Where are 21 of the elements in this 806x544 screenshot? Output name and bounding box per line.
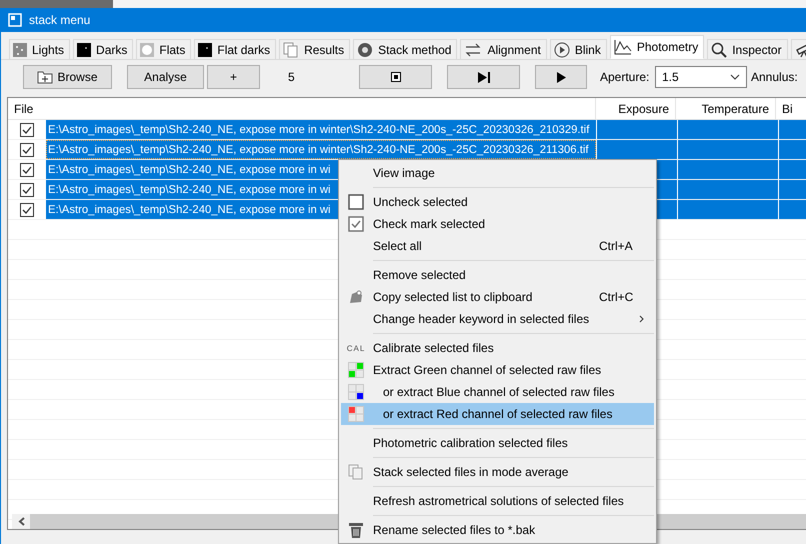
menu-item-label: Check mark selected	[372, 217, 486, 231]
menu-item-label: Rename selected files to *.bak	[372, 523, 536, 537]
menu-item-label: or extract Red channel of selected raw files	[382, 407, 612, 421]
cal-icon: CAL	[346, 344, 366, 352]
shortcut-label: Ctrl+A	[599, 239, 633, 253]
shortcut-label: Ctrl+C	[599, 290, 634, 304]
window-title: stack menu	[29, 13, 90, 27]
menu-item-label: or extract Blue channel of selected raw files	[382, 385, 614, 399]
menu-item-label: Photometric calibration selected files	[372, 436, 568, 450]
menu-item-label: Select all	[372, 239, 422, 253]
menu-item-label: Stack selected files in mode average	[372, 465, 568, 479]
count-label: 5	[288, 70, 296, 84]
menu-item-label: Refresh astrometrical solutions of selected files	[372, 494, 624, 508]
menu-item-label: Calibrate selected files	[372, 341, 494, 355]
menu-item-label: View image	[372, 166, 435, 180]
menu-item-label: Change header keyword in selected files	[372, 312, 590, 326]
menu-item-label: Copy selected list to clipboard	[372, 290, 532, 304]
annulus-label: Annulus:	[751, 70, 798, 84]
menu-item-label: Remove selected	[372, 268, 466, 282]
aperture-label: Aperture:	[600, 70, 650, 84]
menu-item-label: Extract Green channel of selected raw files	[372, 363, 602, 377]
